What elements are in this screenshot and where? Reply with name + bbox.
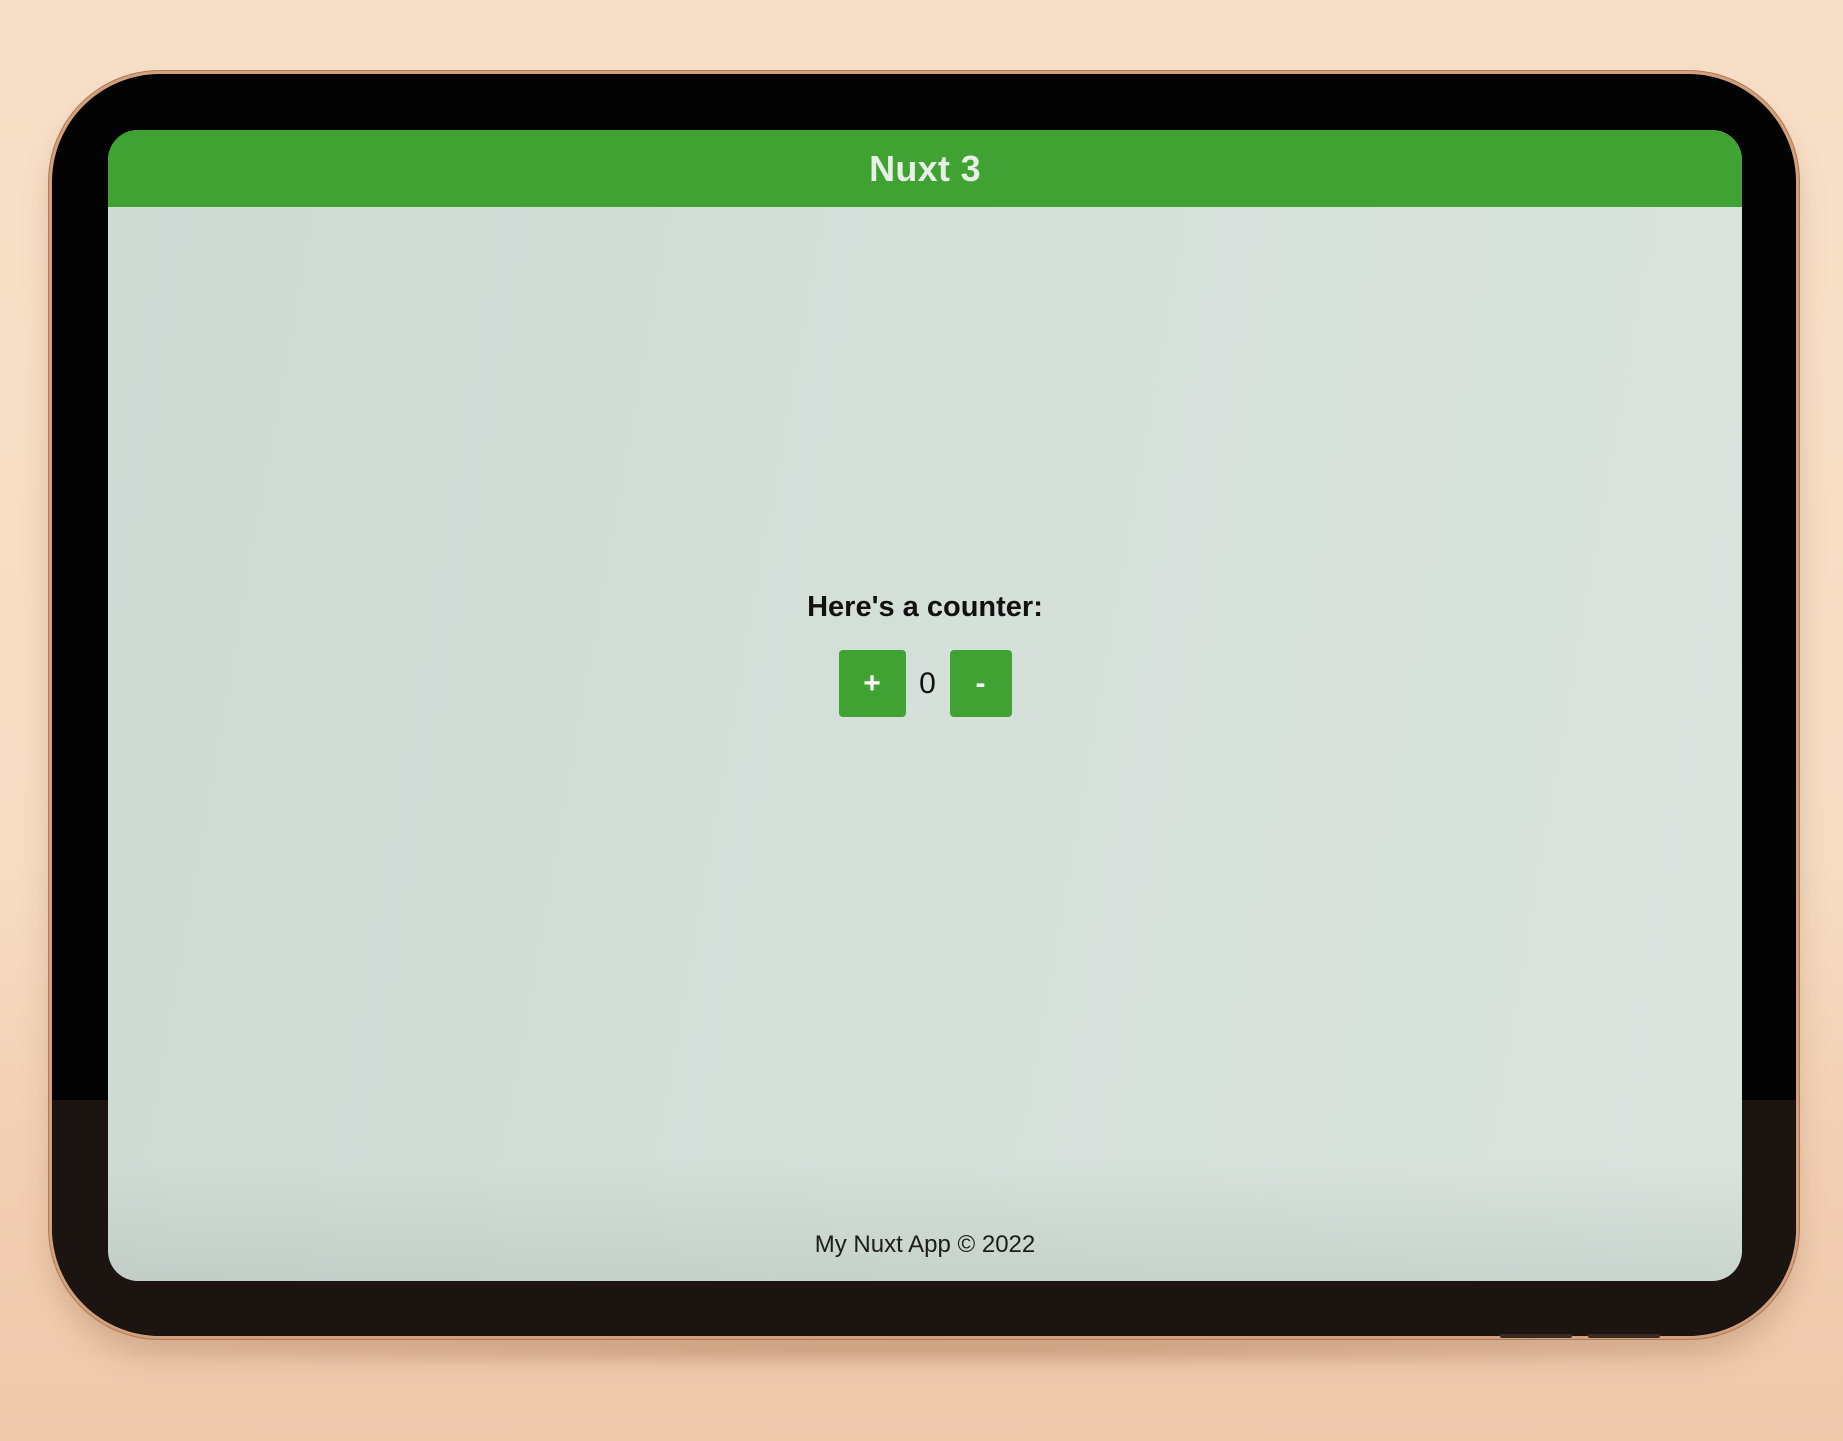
app-title: Nuxt 3 — [869, 147, 981, 189]
counter-label: Here's a counter: — [807, 591, 1043, 623]
app-footer: My Nuxt App © 2022 — [108, 1231, 1742, 1259]
increment-button[interactable]: + — [838, 650, 906, 717]
app-screen: Nuxt 3 Here's a counter: + 0 - My Nuxt A… — [108, 130, 1742, 1281]
counter-value: 0 — [919, 666, 936, 700]
main-content: Here's a counter: + 0 - — [108, 207, 1742, 1221]
device-button — [1500, 1334, 1572, 1338]
counter: + 0 - — [838, 650, 1012, 717]
footer-text: My Nuxt App © 2022 — [814, 1231, 1036, 1258]
device-button — [1588, 1334, 1660, 1338]
app-header: Nuxt 3 — [108, 130, 1742, 207]
decrement-button[interactable]: - — [949, 650, 1012, 717]
